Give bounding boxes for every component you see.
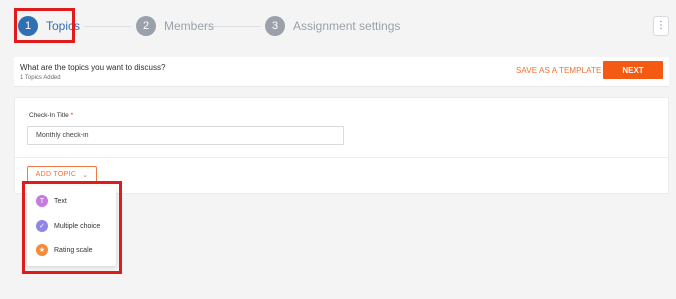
vertical-dots-icon: ⋮: [656, 20, 666, 31]
star-icon: ★: [36, 244, 48, 256]
check-in-title-label: Check-In Title *: [29, 112, 73, 119]
step-label: Members: [164, 19, 215, 33]
stepper: 1 Topics 2 Members 3 Assignment settings…: [0, 0, 676, 52]
chevron-down-icon: ⌄: [82, 171, 89, 179]
menu-item-label: Multiple choice: [54, 222, 101, 230]
text-type-icon: T: [36, 195, 48, 207]
step-number: 1: [18, 16, 38, 36]
step-label: Assignment settings: [293, 19, 401, 33]
step-number: 2: [136, 16, 156, 36]
field-label-text: Check-In Title: [29, 112, 69, 119]
menu-item-rating-scale[interactable]: ★ Rating scale: [36, 243, 93, 257]
required-mark: *: [70, 112, 74, 119]
add-topic-label: ADD TOPIC: [35, 171, 77, 178]
step-assignment-settings[interactable]: 3 Assignment settings: [265, 16, 400, 36]
check-in-title-input[interactable]: [27, 126, 344, 145]
step-connector: [84, 26, 131, 27]
menu-item-label: Rating scale: [54, 246, 93, 254]
step-label: Topics: [46, 19, 81, 33]
step-connector: [206, 26, 261, 27]
checkmark-icon: ✓: [36, 220, 48, 232]
more-options-button[interactable]: ⋮: [653, 16, 669, 36]
topics-added-count: 1 Topics Added: [20, 75, 61, 81]
add-topic-button[interactable]: ADD TOPIC ⌄: [27, 166, 97, 183]
step-topics[interactable]: 1 Topics: [18, 16, 80, 36]
menu-item-label: Text: [54, 197, 67, 205]
menu-item-text[interactable]: T Text: [36, 194, 67, 208]
step-number: 3: [265, 16, 285, 36]
save-as-template-button[interactable]: SAVE AS A TEMPLATE: [516, 66, 601, 75]
topic-type-menu: T Text ✓ Multiple choice ★ Rating scale: [27, 186, 116, 266]
check-in-card: Check-In Title * ADD TOPIC ⌄: [14, 97, 669, 194]
topics-question: What are the topics you want to discuss?: [20, 63, 166, 72]
menu-item-multiple-choice[interactable]: ✓ Multiple choice: [36, 219, 100, 233]
topics-header-bar: What are the topics you want to discuss?…: [14, 57, 669, 87]
divider: [15, 157, 668, 158]
step-members[interactable]: 2 Members: [136, 16, 214, 36]
next-button[interactable]: NEXT: [603, 61, 663, 79]
